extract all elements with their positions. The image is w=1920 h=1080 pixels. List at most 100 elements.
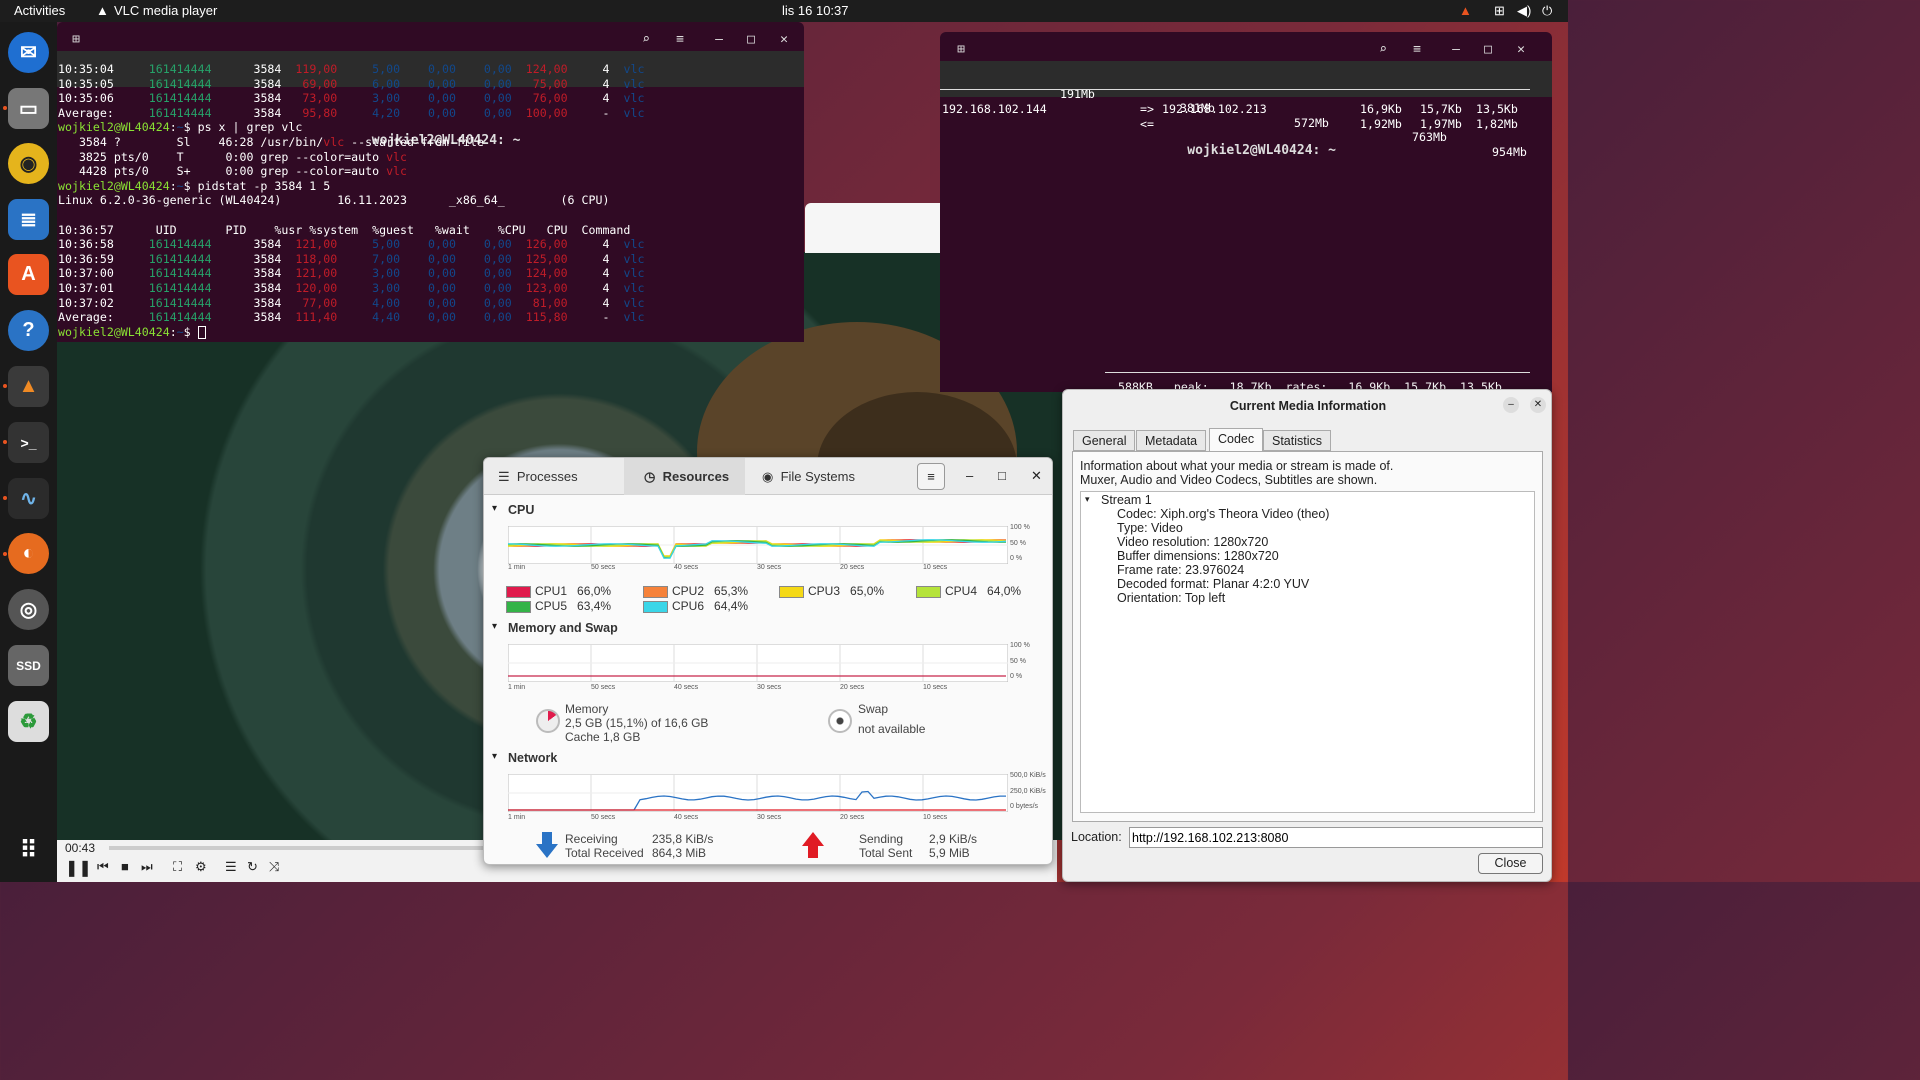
codec-property[interactable]: Type: Video: [1117, 521, 1527, 535]
system-monitor-icon[interactable]: ∿: [8, 478, 49, 519]
codec-property[interactable]: Codec: Xiph.org's Theora Video (theo): [1117, 507, 1527, 521]
vlc-small-icon: ▲: [96, 3, 109, 18]
y-tick: 50 %: [1010, 658, 1026, 665]
x-tick: 1 min: [508, 684, 526, 691]
memory-pie-icon[interactable]: [536, 709, 560, 733]
files-icon[interactable]: ▭: [8, 88, 49, 129]
menu-icon[interactable]: ≡: [1404, 32, 1430, 68]
ps-line: 4428 pts/0 S+ 0:00 grep --color=auto vlc: [58, 164, 408, 179]
pause-button[interactable]: ❚❚: [65, 858, 92, 878]
memory-expander-icon[interactable]: ▾: [492, 621, 497, 632]
color-swatch[interactable]: [506, 600, 531, 613]
clock[interactable]: lis 16 10:37: [782, 3, 849, 18]
fullscreen-button[interactable]: ⛶: [173, 859, 182, 875]
help-icon[interactable]: ?: [8, 310, 49, 351]
codec-property[interactable]: Buffer dimensions: 1280x720: [1117, 549, 1527, 563]
codec-property[interactable]: Video resolution: 1280x720: [1117, 535, 1527, 549]
location-field[interactable]: [1129, 827, 1543, 848]
media-info-close-icon[interactable]: ✕: [1530, 397, 1546, 413]
firefox-icon[interactable]: ◐: [8, 533, 49, 574]
trash-icon[interactable]: ♻: [8, 701, 49, 742]
volume-icon[interactable]: ◀): [1517, 3, 1531, 19]
power-icon[interactable]: ⏻: [1542, 3, 1552, 19]
codec-property[interactable]: Decoded format: Planar 4:2:0 YUV: [1117, 577, 1527, 591]
tab-metadata[interactable]: Metadata: [1136, 430, 1207, 451]
minimize-icon[interactable]: –: [706, 22, 732, 58]
sysmon-minimize-button[interactable]: –: [966, 468, 973, 483]
extended-settings-button[interactable]: ⚙: [195, 859, 207, 875]
network-expander-icon[interactable]: ▾: [492, 751, 497, 762]
cpu-chart: [508, 526, 1008, 564]
search-icon[interactable]: ⌕: [1370, 32, 1396, 68]
pidstat-row: 10:37:01 161414444 3584 120,00 3,00 0,00…: [58, 280, 645, 295]
rhythmbox-icon[interactable]: ◉: [8, 143, 49, 184]
activities-button[interactable]: Activities: [14, 3, 65, 18]
iftop-terminal[interactable]: ⊞ wojkiel2@WL40424: ~ ⌕ ≡ – □ ✕ 191Mb 38…: [940, 32, 1552, 392]
sysmon-menu-button[interactable]: ≡: [917, 463, 945, 490]
previous-button[interactable]: ⏮: [97, 859, 109, 875]
color-swatch[interactable]: [506, 585, 531, 598]
stream-node[interactable]: Stream 1: [1101, 493, 1152, 507]
close-icon[interactable]: ✕: [771, 22, 797, 58]
cpu-legend-item[interactable]: CPU1 66,0%: [506, 584, 611, 598]
random-button[interactable]: ⤨: [269, 859, 279, 875]
sending-arrow-icon[interactable]: [802, 832, 824, 858]
apps-grid-icon[interactable]: ⠿: [8, 830, 49, 871]
tab-general[interactable]: General: [1073, 430, 1136, 451]
vlc-icon[interactable]: ▲: [8, 366, 49, 407]
menu-icon[interactable]: ≡: [667, 22, 693, 58]
maximize-icon[interactable]: □: [1475, 32, 1501, 68]
swap-value: not available: [858, 722, 926, 736]
color-swatch[interactable]: [779, 585, 804, 598]
pidstat-terminal[interactable]: ⊞ wojkiel2@WL40424: ~ ⌕ ≡ – □ ✕ 10:35:04…: [57, 22, 804, 342]
ssd-icon[interactable]: SSD: [8, 645, 49, 686]
close-icon[interactable]: ✕: [1508, 32, 1534, 68]
search-icon[interactable]: ⌕: [633, 22, 659, 58]
network-x-axis: 1 min 50 secs 40 secs 30 secs 20 secs 10 secs: [508, 814, 1038, 824]
cpu-legend-item[interactable]: CPU6 64,4%: [643, 599, 748, 613]
writer-icon[interactable]: ≣: [8, 199, 49, 240]
tree-expander-icon[interactable]: ▾: [1085, 494, 1090, 505]
swap-pie-icon[interactable]: [828, 709, 852, 733]
media-info-minimize-button[interactable]: –: [1503, 397, 1519, 413]
tab-file-systems-label: File Systems: [780, 469, 855, 484]
sysmon-close-button[interactable]: ✕: [1031, 468, 1042, 484]
stop-button[interactable]: ■: [121, 859, 129, 874]
seek-bar[interactable]: [109, 846, 529, 850]
receiving-arrow-icon[interactable]: [536, 832, 558, 858]
next-button[interactable]: ⏭: [141, 859, 153, 875]
app-menu-label[interactable]: VLC media player: [114, 3, 217, 18]
scale-tick: 763Mb: [1412, 130, 1447, 145]
sysmon-maximize-button[interactable]: □: [998, 468, 1006, 483]
tab-codec-label: Codec: [1218, 432, 1255, 446]
thunderbird-icon[interactable]: ✉: [8, 32, 49, 73]
new-tab-icon[interactable]: ⊞: [948, 32, 974, 68]
tab-codec[interactable]: Codec: [1209, 428, 1264, 452]
color-swatch[interactable]: [916, 585, 941, 598]
cpu-expander-icon[interactable]: ▾: [492, 503, 497, 514]
codec-tree[interactable]: ▾ Stream 1 Codec: Xiph.org's Theora Vide…: [1080, 491, 1535, 813]
playlist-button[interactable]: ☰: [225, 859, 237, 875]
app-center-icon[interactable]: A: [8, 254, 49, 295]
color-swatch[interactable]: [643, 600, 668, 613]
terminal-icon[interactable]: >_: [8, 422, 49, 463]
tab-processes[interactable]: ☰ Processes: [498, 469, 578, 485]
close-button[interactable]: Close: [1478, 853, 1543, 874]
cpu-legend-item[interactable]: CPU2 65,3%: [643, 584, 748, 598]
color-swatch[interactable]: [643, 585, 668, 598]
codec-property[interactable]: Frame rate: 23.976024: [1117, 563, 1527, 577]
new-tab-icon[interactable]: ⊞: [63, 22, 89, 58]
maximize-icon[interactable]: □: [738, 22, 764, 58]
loop-button[interactable]: ↻: [247, 859, 258, 875]
disks-icon[interactable]: ◎: [8, 589, 49, 630]
network-icon[interactable]: ⊞: [1494, 3, 1505, 19]
vlc-tray-icon[interactable]: ▲: [1459, 3, 1472, 18]
codec-property[interactable]: Orientation: Top left: [1117, 591, 1527, 605]
cpu-legend-item[interactable]: CPU4 64,0%: [916, 584, 1021, 598]
cpu-legend-item[interactable]: CPU5 63,4%: [506, 599, 611, 613]
cpu-legend-item[interactable]: CPU3 65,0%: [779, 584, 884, 598]
minimize-icon[interactable]: –: [1443, 32, 1469, 68]
swap-label: Swap: [858, 702, 889, 716]
tab-statistics[interactable]: Statistics: [1263, 430, 1332, 451]
tab-file-systems[interactable]: ◉ File Systems: [762, 469, 855, 485]
